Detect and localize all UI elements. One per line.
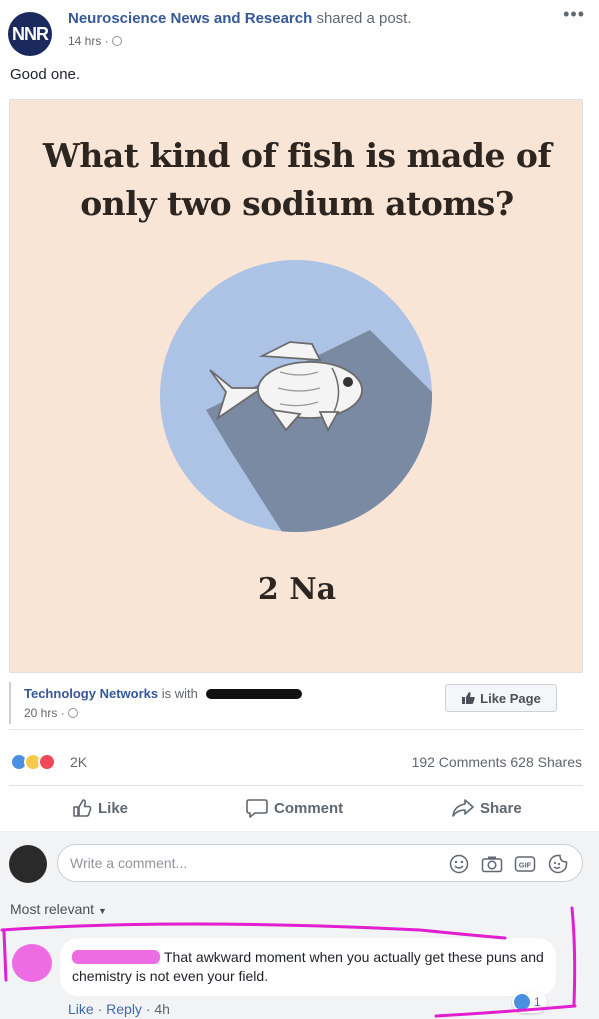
source-divider: [9, 682, 11, 724]
comment-reactions[interactable]: 1: [512, 991, 547, 1013]
thumbs-up-icon: [462, 692, 475, 704]
thumbs-up-icon: [73, 799, 92, 817]
source-with-text: is with: [161, 686, 198, 701]
comments-count[interactable]: 192 Comments: [412, 754, 507, 770]
source-time[interactable]: 20 hrs: [24, 706, 57, 720]
commenter-name-redacted: [72, 950, 160, 964]
like-label: Like: [98, 799, 129, 817]
share-label: Share: [480, 799, 522, 817]
more-options-icon[interactable]: •••: [563, 4, 585, 25]
post-meta: 14 hrs ·: [68, 34, 123, 48]
card-answer: 2 Na: [257, 572, 337, 607]
comment-bubble: That awkward moment when you actually ge…: [60, 938, 556, 996]
post-text: Good one.: [10, 66, 81, 83]
post-actions: Like Comment Share: [9, 785, 583, 831]
emoji-icon[interactable]: [448, 854, 470, 874]
camera-icon[interactable]: [481, 854, 503, 874]
source-page-link[interactable]: Technology Networks: [24, 686, 158, 701]
comment-reaction-count: 1: [534, 995, 541, 1009]
fish-illustration: [160, 260, 432, 532]
reaction-count[interactable]: 2K: [70, 754, 87, 770]
source-meta: 20 hrs ·: [24, 706, 79, 720]
page-avatar[interactable]: NNR: [8, 12, 52, 56]
original-post-source: Technology Networks is with 20 hrs · Lik…: [9, 674, 583, 730]
reactions-summary: 2K 192 Comments 628 Shares: [0, 748, 599, 778]
like-reaction-icon: [514, 994, 530, 1010]
like-page-label: Like Page: [480, 690, 541, 706]
comment-reply-link[interactable]: Reply: [106, 1001, 142, 1017]
globe-icon: [68, 708, 79, 718]
redacted-name: [205, 689, 302, 699]
shares-count[interactable]: 628 Shares: [510, 754, 582, 770]
globe-icon: [112, 36, 123, 46]
shared-image[interactable]: What kind of fish is made of only two so…: [9, 99, 583, 673]
comment-share-counts: 192 Comments 628 Shares: [412, 754, 582, 770]
speech-bubble-icon: [246, 799, 268, 818]
source-line: Technology Networks is with: [24, 686, 302, 701]
reaction-icons[interactable]: [10, 753, 56, 771]
post-time[interactable]: 14 hrs: [68, 34, 101, 48]
comment-like-link[interactable]: Like: [68, 1001, 94, 1017]
post-header: NNR Neuroscience News and Research share…: [0, 0, 599, 60]
like-button[interactable]: Like: [72, 798, 128, 818]
like-page-button[interactable]: Like Page: [445, 684, 557, 712]
comment-item: That awkward moment when you actually ge…: [0, 936, 599, 1017]
share-button[interactable]: Share: [452, 798, 522, 818]
comments-section: GIF Most relevant ▼ That awkward moment …: [0, 831, 599, 1019]
comment-button[interactable]: Comment: [246, 798, 343, 818]
sticker-icon[interactable]: [547, 854, 569, 874]
commenter-avatar-redacted: [12, 944, 52, 982]
comment-actions: Like · Reply · 4h: [68, 1001, 170, 1017]
comment-sort-dropdown[interactable]: Most relevant ▼: [10, 901, 107, 917]
love-reaction-icon: [38, 753, 56, 771]
comment-time[interactable]: 4h: [154, 1001, 170, 1017]
gif-icon[interactable]: GIF: [514, 854, 536, 874]
share-arrow-icon: [452, 799, 474, 817]
comment-label: Comment: [274, 799, 344, 817]
svg-text:GIF: GIF: [519, 861, 532, 870]
post-author-line: Neuroscience News and Research shared a …: [68, 10, 412, 27]
sort-label: Most relevant: [10, 901, 95, 917]
page-name-link[interactable]: Neuroscience News and Research: [68, 10, 312, 27]
current-user-avatar: [9, 845, 47, 883]
shared-post-text: shared a post.: [316, 10, 412, 27]
card-question: What kind of fish is made of only two so…: [42, 136, 552, 223]
caret-down-icon: ▼: [97, 906, 107, 916]
composer-icons: GIF: [448, 854, 569, 874]
